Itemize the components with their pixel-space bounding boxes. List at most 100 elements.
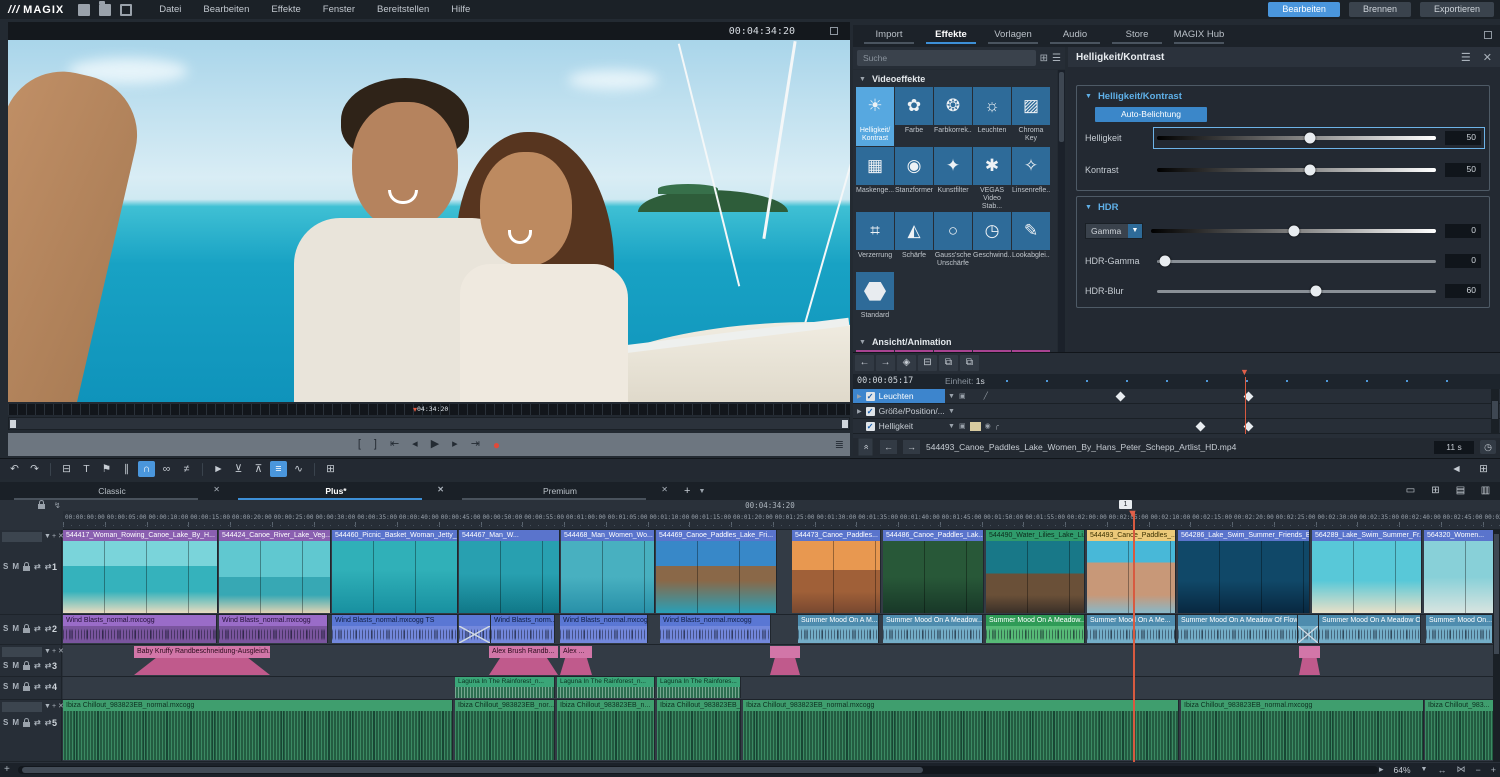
kf-prev-button[interactable]: ← xyxy=(855,355,874,371)
video-clip[interactable]: 564320_Women... xyxy=(1424,530,1494,613)
next-frame-button[interactable]: ▸ xyxy=(452,439,458,451)
close-tab-icon[interactable]: ✕ xyxy=(661,485,668,494)
track-3-header[interactable]: ▼ + ✕ SM⇄⇄ 3 xyxy=(0,645,62,676)
audio-clip[interactable]: Summer Mood On... xyxy=(1426,615,1493,643)
add-icon[interactable]: + xyxy=(52,702,56,712)
preview-range-bar[interactable] xyxy=(8,417,850,430)
slider-handle[interactable] xyxy=(1305,133,1316,144)
video-clip[interactable]: 544473_Canoe_Paddles... xyxy=(792,530,881,613)
solo-button[interactable]: S xyxy=(3,661,8,670)
chevron-down-icon[interactable]: ▼ xyxy=(948,423,955,430)
lock-icon[interactable] xyxy=(23,665,30,670)
menu-item[interactable]: Fenster xyxy=(312,0,366,19)
undock-panel-icon[interactable] xyxy=(1484,31,1492,39)
mute-button[interactable]: M xyxy=(12,661,19,670)
effect-tile-geschwindigkeit[interactable]: ◷ Geschwind... xyxy=(973,212,1011,271)
expand-icon[interactable]: ▶ xyxy=(857,393,862,400)
audio-clip[interactable]: Ibiza Chillout_983823EB_normal... xyxy=(657,700,741,760)
effect-tile-standard[interactable]: Standard xyxy=(856,272,894,331)
jump-start-button[interactable]: ⇤ xyxy=(390,439,399,451)
audio-clip[interactable]: Wind Blasts_norm... xyxy=(491,615,555,643)
effect-tile-leuchten[interactable]: ☼ Leuchten xyxy=(973,87,1011,146)
effect-tile-stanzformen[interactable]: ◉ Stanzformen xyxy=(895,147,933,211)
fit-object-icon[interactable]: ⋈ xyxy=(1456,764,1465,775)
prev-object-icon[interactable]: ← xyxy=(880,440,897,454)
fullscreen-icon[interactable] xyxy=(830,27,838,35)
keyframe-track-helligkeit[interactable]: ▶✓Helligkeit xyxy=(853,419,945,433)
slider-value[interactable]: 0 xyxy=(1445,254,1481,268)
kf-next-button[interactable]: → xyxy=(876,355,895,371)
title-clip[interactable]: Alex ... xyxy=(560,646,592,675)
range-handle-left[interactable] xyxy=(10,420,16,428)
arrangement-tab[interactable]: Classic ✕ xyxy=(0,486,224,496)
menu-item[interactable]: Effekte xyxy=(260,0,311,19)
track-2-lane[interactable]: Wind Blasts_normal.mxcogg Wind Blasts_no… xyxy=(63,615,1500,644)
split-button[interactable]: ∥ xyxy=(118,461,135,477)
new-project-icon[interactable] xyxy=(78,4,90,16)
zoom-in-icon[interactable]: + xyxy=(1491,765,1496,775)
transition-icon[interactable]: ⇄ xyxy=(34,661,41,670)
group-button[interactable]: ∞ xyxy=(158,461,175,477)
timeline-playhead-icon[interactable]: ▼ xyxy=(1127,509,1138,519)
track-2-header[interactable]: SM⇄⇄ 2 xyxy=(0,615,62,644)
effects-scrollbar[interactable] xyxy=(1058,70,1065,355)
solo-button[interactable]: S xyxy=(3,624,8,633)
mouse-mode-stretch-button[interactable]: ⊼ xyxy=(250,461,267,477)
keyframe-scrollbar[interactable] xyxy=(1491,389,1499,434)
toolbar-button[interactable] xyxy=(50,463,51,476)
keyframe-track-leuchten[interactable]: ▶✓Leuchten xyxy=(853,389,945,403)
audio-clip[interactable]: Wind Blasts_normal.mxcogg xyxy=(219,615,328,643)
add-icon[interactable]: + xyxy=(52,532,56,542)
close-tab-icon[interactable]: ✕ xyxy=(437,485,444,494)
panel-menu-icon[interactable]: ☰ xyxy=(1461,51,1471,64)
lock-icon[interactable] xyxy=(23,722,30,727)
audio-level-icon[interactable]: ◄ xyxy=(1448,461,1465,477)
zoom-dropdown-icon[interactable]: ▼ xyxy=(1421,766,1428,773)
audio-clip[interactable]: Ibiza Chillout_983823EB_normal.mxcogg xyxy=(743,700,1179,760)
curve-mode-button[interactable]: ∿ xyxy=(290,461,307,477)
audio-clip[interactable]: Laguna In The Rainfores... xyxy=(657,677,741,698)
undo-button[interactable]: ↶ xyxy=(6,461,23,477)
search-input[interactable]: Suche xyxy=(857,50,1036,66)
media-pool-tab[interactable]: Effekte xyxy=(920,25,982,47)
transition-icon[interactable]: ⇄ xyxy=(45,682,52,691)
lock-icon[interactable] xyxy=(23,628,30,633)
checkbox-icon[interactable]: ✓ xyxy=(866,422,875,431)
keyframe-box-icon[interactable]: ▣ xyxy=(959,392,966,400)
media-pool-tab[interactable]: Audio xyxy=(1044,25,1106,47)
audio-clip[interactable]: Wind Blasts_normal.mxcogg xyxy=(63,615,217,643)
jump-end-button[interactable]: ⇥ xyxy=(471,439,480,451)
title-clip[interactable] xyxy=(770,646,800,675)
mixer-layout-icon[interactable]: ▥ xyxy=(1477,483,1494,499)
chevron-down-icon[interactable]: ▼ xyxy=(948,408,955,415)
marker-button[interactable]: ⚑ xyxy=(98,461,115,477)
range-handle-right[interactable] xyxy=(842,420,848,428)
menu-item[interactable]: Datei xyxy=(148,0,192,19)
title-editor-button[interactable]: T xyxy=(78,461,95,477)
kf-paste-button[interactable]: ⧉ xyxy=(960,355,979,371)
slider-value[interactable]: 50 xyxy=(1445,131,1481,145)
lock-icon[interactable] xyxy=(23,686,30,691)
play-small-icon[interactable]: ▸ xyxy=(1379,764,1384,775)
slider-handle[interactable] xyxy=(1288,226,1299,237)
video-clip[interactable]: 544469_Canoe_Paddles_Lake_Fri... xyxy=(656,530,777,613)
linear-curve-icon[interactable]: ╱ xyxy=(984,392,988,400)
add-icon[interactable]: + xyxy=(52,647,56,657)
delete-object-button[interactable]: ⊟ xyxy=(58,461,75,477)
media-pool-tab[interactable]: Vorlagen xyxy=(982,25,1044,47)
mouse-mode-single-button[interactable]: ⊻ xyxy=(230,461,247,477)
next-object-icon[interactable]: → xyxy=(903,440,920,454)
video-preview[interactable] xyxy=(8,40,850,402)
track-1-lane[interactable]: 544417_Woman_Rowing_Canoe_Lake_By_H... 5… xyxy=(63,530,1500,614)
zoom-level[interactable]: 64% xyxy=(1394,765,1411,775)
transition-icon[interactable]: ⇄ xyxy=(45,624,52,633)
audio-clip[interactable]: Summer Mood On A Meadow Of... xyxy=(1319,615,1421,643)
slider-handle[interactable] xyxy=(1311,286,1322,297)
collapse-panel-icon[interactable]: » xyxy=(859,439,873,456)
effect-tile-maskengenerator[interactable]: ▦ Maskenge... xyxy=(856,147,894,211)
video-clip[interactable]: 544417_Woman_Rowing_Canoe_Lake_By_H... xyxy=(63,530,218,613)
snap-toggle-button[interactable]: ∩ xyxy=(138,461,155,477)
media-pool-tab[interactable]: MAGIX Hub xyxy=(1168,25,1230,47)
redo-button[interactable]: ↷ xyxy=(26,461,43,477)
lock-icon[interactable] xyxy=(23,566,30,571)
